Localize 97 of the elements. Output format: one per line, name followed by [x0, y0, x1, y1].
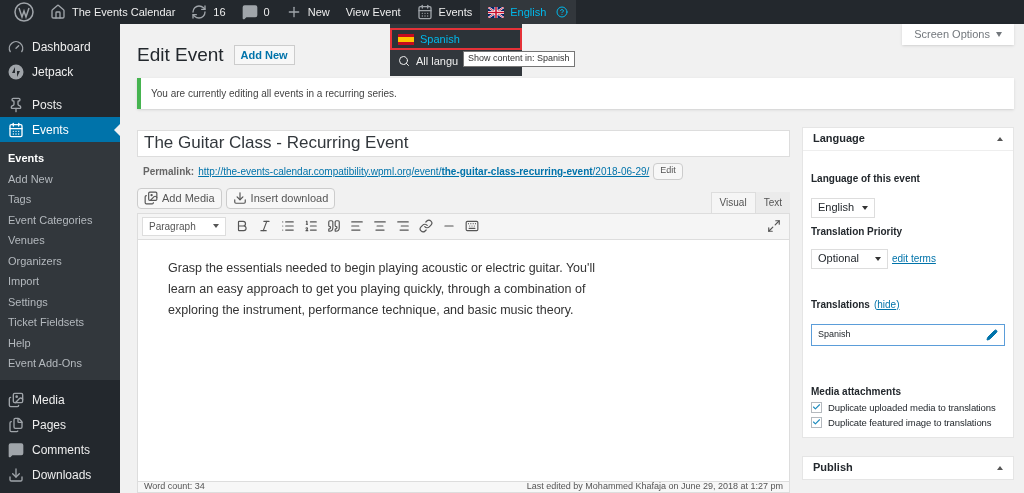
edit-terms-link[interactable]: edit terms [892, 251, 936, 266]
submenu-item[interactable]: Events [0, 148, 120, 169]
admin-bar-item[interactable]: 16 [183, 0, 234, 24]
help-icon[interactable] [556, 6, 569, 18]
submenu-item[interactable]: Settings [0, 291, 120, 312]
title-field[interactable]: The Guitar Class - Recurring Event [137, 129, 790, 157]
last-edited: Last edited by Mohammed Khafaja on June 29, 2018 at 1:27 pm [526, 480, 783, 493]
align-left-icon[interactable] [350, 219, 364, 233]
screen-options-button[interactable]: Screen Options [902, 24, 1014, 45]
editor-tab[interactable]: Visual [710, 191, 756, 213]
toolbar-toggle-icon[interactable] [465, 219, 479, 233]
link-icon[interactable] [419, 219, 433, 233]
submenu-item[interactable]: Tags [0, 189, 120, 210]
sidebar-menu-item[interactable]: Posts [0, 92, 120, 117]
gauge-icon [8, 38, 24, 55]
checkbox[interactable] [811, 401, 822, 413]
field-label: Language of this event [811, 171, 921, 186]
admin-bar-item[interactable]: 0 [233, 0, 278, 24]
priority-select[interactable]: Optional [811, 248, 888, 269]
sidebar-menu-item[interactable]: Jetpack [0, 59, 120, 84]
current-pointer [114, 124, 120, 136]
submenu-item[interactable]: Organizers [0, 250, 120, 271]
checkbox-label: Duplicate featured image to translations [828, 415, 992, 429]
pin-icon [8, 96, 24, 113]
field-label: Translation Priority [811, 224, 904, 239]
media-icon [144, 191, 158, 205]
submenu-item[interactable]: Ticket Fieldsets [0, 312, 120, 333]
tooltip: Show content in: Spanish [463, 51, 575, 67]
hide-link[interactable]: (hide) [873, 296, 900, 312]
language-select[interactable]: English [811, 197, 876, 218]
pages-icon [8, 417, 24, 433]
jetpack-icon [8, 63, 24, 80]
submenu-item[interactable]: Import [0, 271, 120, 292]
content-paragraph: Grasp the essentials needed to begin playing acoustic or electric guitar. You'll learn an easy approach to get you playing quickly, through a combination of exploring the instrument, performance technique, and basic music theory. [168, 259, 596, 319]
translation-field[interactable]: Spanish [811, 323, 1005, 346]
admin-bar-item[interactable]: View Event [337, 0, 409, 24]
panel-title: Publish [813, 460, 853, 476]
field-label: Media attachments [811, 384, 903, 399]
calendar-icon [8, 121, 24, 138]
submenu-item[interactable]: Event Categories [0, 209, 120, 230]
italic-icon[interactable] [258, 219, 272, 233]
align-center-icon[interactable] [373, 219, 387, 233]
bulleted-list-icon[interactable] [281, 219, 295, 233]
bold-icon[interactable] [235, 219, 249, 233]
permalink-link[interactable]: http://the-events-calendar.compatibility.wpml.org/event/the-guitar-class-recurring-event/2018-06-29/ [198, 163, 650, 179]
sidebar-menu-item[interactable]: Media [0, 387, 120, 413]
media-icon [8, 392, 24, 408]
edit-permalink-button[interactable]: Edit [653, 162, 683, 180]
collapse-icon[interactable] [997, 465, 1003, 470]
comment-icon [8, 442, 24, 458]
add-new-button[interactable]: Add New [233, 45, 295, 66]
download-icon [232, 191, 247, 205]
submenu-item[interactable]: Add New [0, 168, 120, 189]
admin-bar-item[interactable]: Events [408, 0, 481, 24]
calendar-icon [416, 4, 433, 20]
field-label: Translations [811, 297, 870, 312]
align-right-icon[interactable] [396, 219, 410, 233]
home-icon [50, 4, 66, 20]
panel-title: Language [813, 131, 865, 147]
submenu-item[interactable]: Help [0, 332, 120, 353]
editor-tab[interactable]: Text [755, 191, 790, 213]
numbered-list-icon[interactable] [304, 219, 318, 233]
download-icon [8, 467, 24, 483]
quote-icon[interactable] [327, 219, 341, 233]
submenu-item[interactable]: Venues [0, 230, 120, 251]
caret-icon [862, 205, 869, 210]
sidebar-menu-item[interactable]: Downloads [0, 462, 120, 488]
spain-flag-icon [398, 33, 414, 45]
sidebar-menu-item[interactable]: Pages [0, 412, 120, 438]
uk-flag-icon [488, 6, 505, 18]
word-count: Word count: 34 [144, 480, 205, 493]
fullscreen-icon[interactable] [767, 219, 781, 233]
checkbox-label: Duplicate uploaded media to translations [828, 400, 996, 414]
media-button[interactable]: Insert download [225, 187, 336, 209]
sidebar-menu-item[interactable]: Comments [0, 437, 120, 463]
admin-bar-item[interactable]: English [480, 0, 577, 24]
collapse-icon[interactable] [997, 136, 1003, 141]
caret-icon [996, 32, 1002, 37]
submenu-item[interactable]: Event Add-Ons [0, 353, 120, 374]
wordpress-logo-icon[interactable] [14, 2, 34, 22]
editor-area[interactable] [137, 239, 790, 481]
media-button[interactable]: Add Media [137, 187, 222, 209]
comment-icon [241, 4, 258, 20]
caret-icon [875, 256, 881, 261]
language-menu-item[interactable]: Spanish [390, 28, 522, 50]
admin-bar-item[interactable]: New [277, 0, 338, 24]
notice: You are currently editing all events in a recurring series. [137, 77, 1014, 109]
sidebar-menu-item[interactable]: Dashboard [0, 34, 120, 59]
page-title: Edit Event [137, 43, 224, 67]
pencil-icon[interactable] [986, 328, 998, 341]
permalink-label: Permalink: [143, 164, 195, 179]
admin-bar-item[interactable]: The Events Calendar [42, 0, 184, 24]
refresh-icon [191, 4, 208, 20]
checkbox[interactable] [811, 416, 822, 428]
caret-icon [213, 224, 219, 228]
sidebar-menu-item[interactable]: Events [0, 117, 120, 142]
format-select[interactable]: Paragraph [142, 216, 226, 236]
